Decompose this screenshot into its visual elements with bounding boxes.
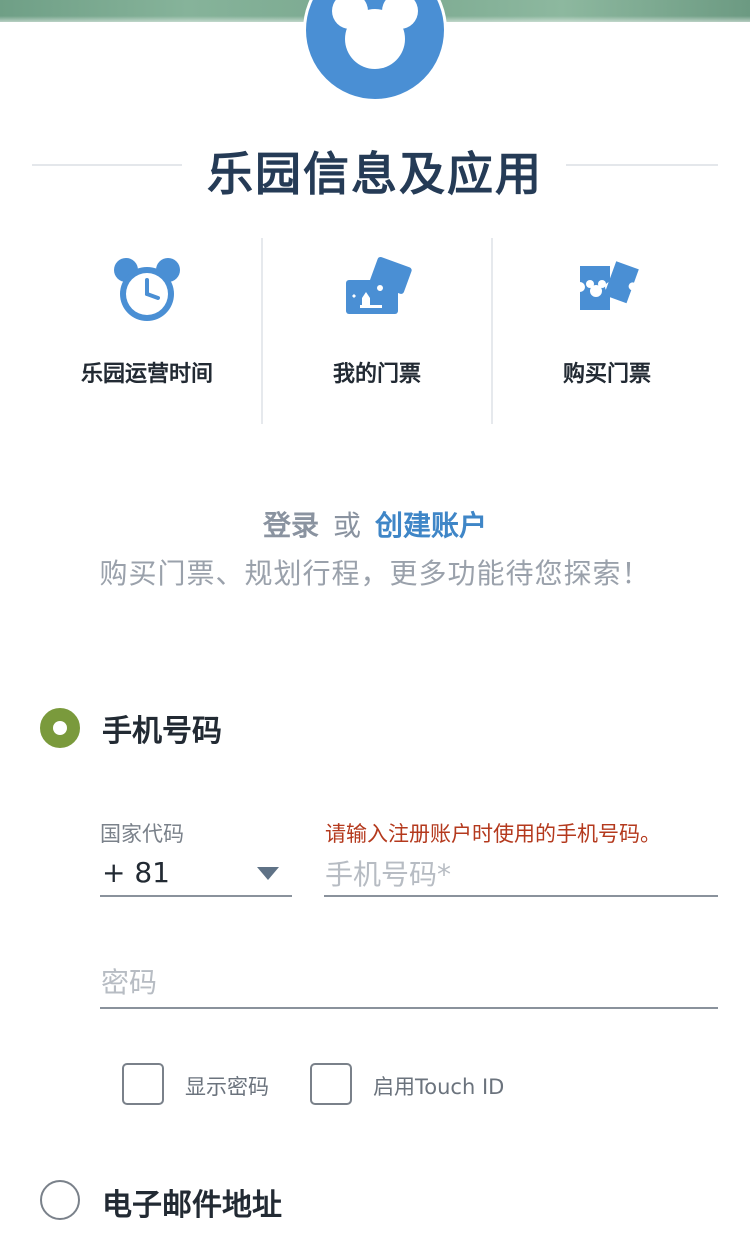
mickey-logo-icon <box>303 0 447 102</box>
country-code-value: + 81 <box>102 856 170 889</box>
quick-link-label: 乐园运营时间 <box>80 362 213 387</box>
my-tickets-icon <box>342 256 412 326</box>
quick-link-label: 购买门票 <box>562 362 651 387</box>
email-option-label: 电子邮件地址 <box>102 1188 282 1223</box>
password-underline <box>100 1007 718 1009</box>
touch-id-label: 启用Touch ID <box>373 1075 505 1099</box>
chevron-down-icon <box>257 867 279 880</box>
create-account-link[interactable]: 创建账户 <box>375 509 487 542</box>
or-text: 或 <box>332 509 361 542</box>
phone-number-input[interactable] <box>325 855 717 893</box>
login-page: 乐园信息及应用 乐园运营时间 我的门票 购买门票 登录 或 创建账户 购买门票、… <box>0 0 750 1250</box>
quick-link-label: 我的门票 <box>332 362 421 387</box>
title-divider-right <box>566 164 718 166</box>
title-section: 乐园信息及应用 <box>0 130 750 201</box>
phone-number-underline <box>324 895 718 897</box>
country-code-underline <box>100 895 292 897</box>
quick-link-my-tickets[interactable]: 我的门票 <box>262 238 492 424</box>
mickey-clock-icon <box>112 256 182 326</box>
password-input[interactable] <box>101 962 717 1002</box>
phone-option-label: 手机号码 <box>102 714 222 749</box>
quick-links: 乐园运营时间 我的门票 购买门票 <box>32 238 722 424</box>
country-code-caption: 国家代码 <box>100 822 184 846</box>
email-radio[interactable] <box>40 1180 80 1220</box>
show-password-checkbox[interactable] <box>122 1063 164 1105</box>
country-code-select[interactable]: + 81 <box>100 850 292 900</box>
quick-link-buy-tickets[interactable]: 购买门票 <box>492 238 722 424</box>
login-link[interactable]: 登录 <box>263 509 319 542</box>
page-title: 乐园信息及应用 <box>207 147 543 201</box>
buy-tickets-icon <box>572 256 642 326</box>
show-password-label: 显示密码 <box>185 1075 269 1099</box>
quick-link-park-hours[interactable]: 乐园运营时间 <box>32 238 262 424</box>
phone-radio[interactable] <box>40 708 80 748</box>
touch-id-checkbox[interactable] <box>310 1063 352 1105</box>
login-prompt: 登录或创建账户 <box>0 504 750 544</box>
phone-error-message: 请输入注册账户时使用的手机号码。 <box>325 822 661 846</box>
promo-text: 购买门票、规划行程，更多功能待您探索！ <box>99 557 651 590</box>
